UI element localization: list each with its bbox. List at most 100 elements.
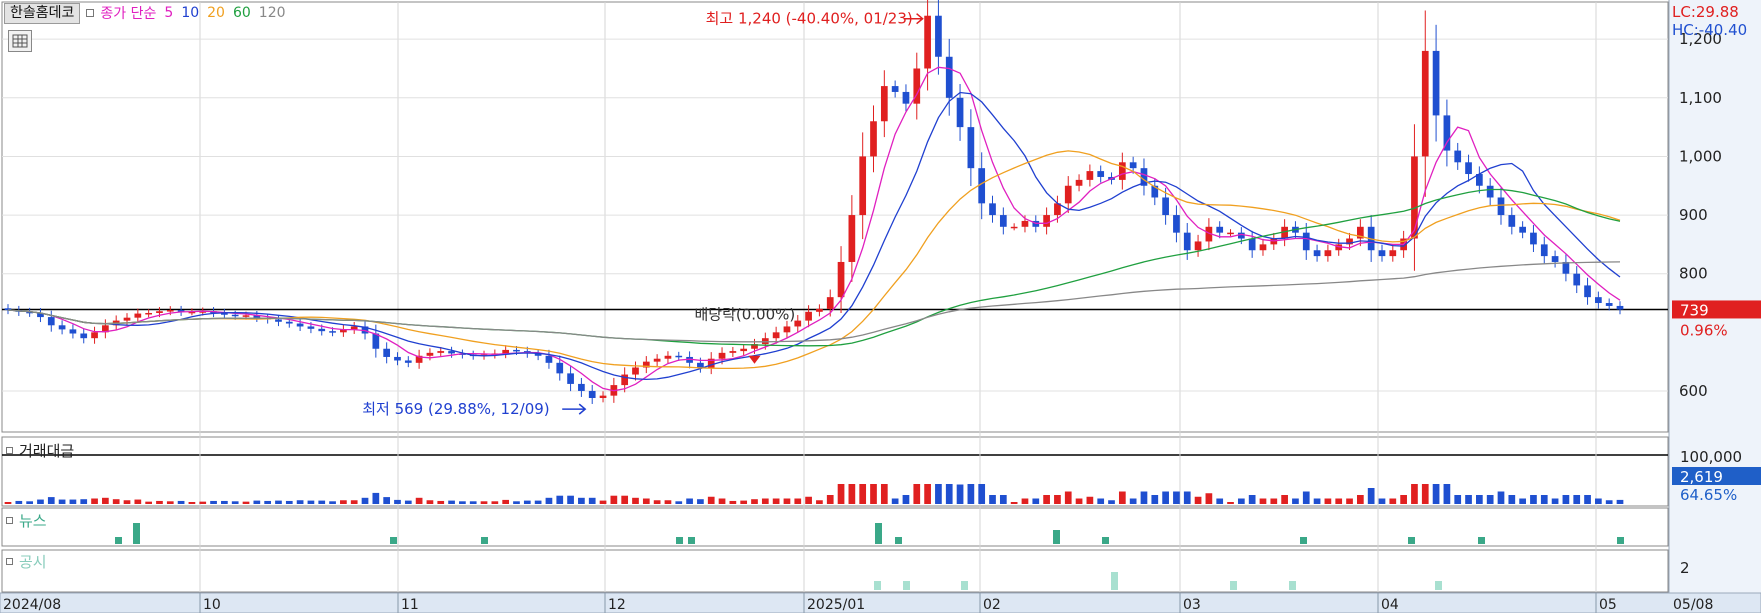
volume-bar bbox=[1194, 496, 1202, 504]
volume-bar bbox=[307, 500, 315, 504]
candle-body bbox=[1194, 241, 1202, 251]
candle-body bbox=[740, 348, 748, 352]
chart-window: { "header": { "stock_name": "한솔홈데코", "pr… bbox=[0, 0, 1761, 613]
volume-bar bbox=[999, 495, 1007, 504]
volume-bar bbox=[967, 484, 975, 504]
candle-body bbox=[653, 358, 661, 362]
candle-body bbox=[664, 355, 672, 359]
candle-body bbox=[1519, 226, 1526, 233]
news-bar bbox=[676, 537, 683, 544]
volume-bar bbox=[1173, 491, 1180, 504]
candle-body bbox=[426, 352, 434, 356]
x-tick-label: 2025/01 bbox=[807, 597, 865, 613]
news-bar bbox=[1408, 537, 1415, 544]
candle-body bbox=[156, 311, 163, 313]
candle-body bbox=[718, 352, 726, 359]
volume-bar bbox=[1540, 495, 1548, 504]
stock-name-button[interactable]: 한솔홈데코 bbox=[4, 2, 81, 24]
candle-body bbox=[437, 351, 445, 353]
candle-body bbox=[394, 356, 401, 361]
price-chart[interactable]: 2024/08 10 11 12 2025/01 02 03 04 05 05/081,2001,… bbox=[0, 0, 1761, 613]
volume-bar bbox=[1162, 491, 1169, 504]
candle-body bbox=[1162, 197, 1169, 216]
volume-bar bbox=[761, 498, 769, 504]
volume-bar bbox=[1595, 498, 1602, 504]
volume-bar bbox=[112, 499, 120, 504]
volume-bar bbox=[437, 500, 445, 504]
candle-body bbox=[567, 373, 574, 384]
panel-toggle-icon[interactable] bbox=[6, 558, 13, 565]
news-bar bbox=[133, 523, 140, 544]
news-bar bbox=[481, 537, 488, 544]
volume-bar bbox=[394, 499, 401, 504]
volume-panel-label: 거래대금 bbox=[6, 440, 74, 461]
volume-bar bbox=[805, 496, 812, 504]
disclosure-bar bbox=[874, 581, 881, 590]
ma-toggle-icon[interactable] bbox=[86, 9, 95, 17]
volume-bar bbox=[4, 502, 12, 504]
news-bar bbox=[1102, 537, 1109, 544]
volume-bar bbox=[1476, 495, 1483, 504]
candle-body bbox=[1595, 297, 1602, 304]
volume-bar bbox=[1367, 488, 1375, 504]
volume-bar bbox=[1400, 495, 1407, 504]
candle-body bbox=[80, 333, 88, 339]
panel-toggle-icon[interactable] bbox=[6, 447, 13, 454]
volume-bar bbox=[1324, 498, 1332, 504]
volume-bar bbox=[978, 484, 986, 504]
volume-bar bbox=[404, 500, 412, 504]
candle-body bbox=[404, 360, 412, 363]
volume-bar bbox=[15, 500, 23, 504]
candle-body bbox=[545, 355, 553, 363]
volume-bar bbox=[1270, 498, 1278, 504]
disclosure-panel-title: 공시 bbox=[19, 553, 47, 571]
candle-body bbox=[123, 317, 131, 321]
candle-body bbox=[859, 156, 867, 216]
candle-body bbox=[697, 362, 704, 368]
candle-body bbox=[1508, 215, 1516, 227]
volume-bar bbox=[816, 500, 823, 504]
volume-max-label: 100,000 bbox=[1680, 448, 1742, 466]
disclosure-panel-label: 공시 bbox=[6, 551, 47, 572]
volume-bar bbox=[794, 498, 802, 504]
volume-bar bbox=[1421, 484, 1429, 504]
volume-bar bbox=[664, 500, 672, 504]
volume-bar bbox=[1356, 495, 1364, 504]
ma10-label: 10 bbox=[181, 5, 200, 21]
volume-bar bbox=[253, 500, 261, 504]
candle-body bbox=[145, 312, 152, 315]
volume-bar bbox=[1508, 495, 1516, 504]
news-bar bbox=[1478, 537, 1485, 544]
panel-toggle-icon[interactable] bbox=[6, 517, 13, 524]
volume-bar bbox=[1335, 498, 1343, 504]
volume-bar bbox=[1562, 495, 1570, 504]
volume-bar bbox=[924, 484, 931, 504]
volume-bar bbox=[588, 497, 596, 504]
volume-bar bbox=[383, 497, 391, 504]
disclosure-scale-label: 2 bbox=[1680, 559, 1690, 577]
volume-bar bbox=[340, 500, 347, 504]
lc-label: LC:29.88 bbox=[1672, 3, 1739, 21]
candle-body bbox=[307, 326, 315, 329]
volume-bar bbox=[837, 484, 845, 504]
grid-calendar-icon[interactable] bbox=[8, 30, 32, 52]
disclosure-panel bbox=[1, 549, 1669, 593]
candle-body bbox=[1605, 303, 1613, 306]
disclosure-bar bbox=[1435, 581, 1442, 590]
volume-bar bbox=[751, 499, 758, 504]
volume-bar bbox=[1497, 491, 1505, 504]
low-annotation: 최저 569 (29.88%, 12/09) bbox=[362, 400, 549, 418]
candle-body bbox=[1237, 232, 1245, 239]
volume-bar bbox=[145, 501, 152, 504]
volume-bar bbox=[880, 484, 888, 504]
candle-body bbox=[1378, 250, 1386, 257]
x-tick-label: 12 bbox=[608, 597, 626, 613]
volume-bar bbox=[1097, 498, 1105, 504]
candle-body bbox=[296, 323, 304, 327]
volume-bar bbox=[956, 484, 964, 504]
volume-bar bbox=[1086, 496, 1094, 504]
candle-body bbox=[870, 121, 877, 157]
candle-body bbox=[1118, 162, 1126, 180]
y-tick-label: 1,000 bbox=[1679, 147, 1722, 165]
candle-body bbox=[826, 297, 834, 309]
